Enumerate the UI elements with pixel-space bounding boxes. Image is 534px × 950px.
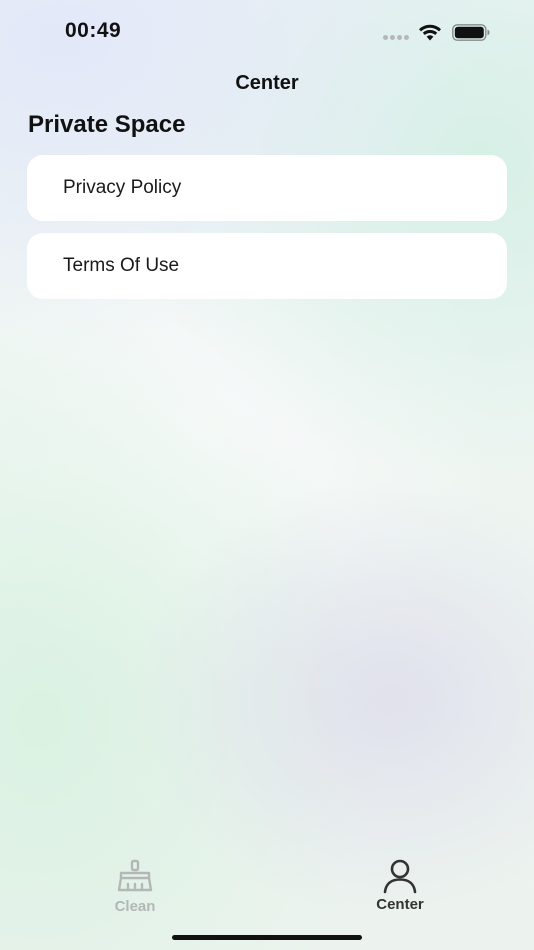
tab-bar: Clean Center [0,850,534,920]
status-bar: 00:49 [0,0,534,66]
terms-of-use-label: Terms Of Use [63,255,180,276]
cellular-signal-icon [383,35,411,41]
status-time: 00:49 [65,19,122,42]
section-title: Private Space [28,111,186,138]
privacy-policy-label: Privacy Policy [63,177,182,198]
tab-center-label: Center [376,896,424,913]
person-icon [383,859,417,894]
home-indicator [172,935,362,940]
wifi-icon [419,24,441,41]
privacy-policy-item[interactable]: Privacy Policy [27,155,507,221]
tab-clean[interactable]: Clean [75,850,195,916]
broom-icon [117,859,153,892]
tab-center[interactable]: Center [340,850,460,916]
battery-icon [452,24,490,41]
page-title: Center [235,72,299,94]
terms-of-use-item[interactable]: Terms Of Use [27,233,507,299]
tab-clean-label: Clean [114,898,156,915]
